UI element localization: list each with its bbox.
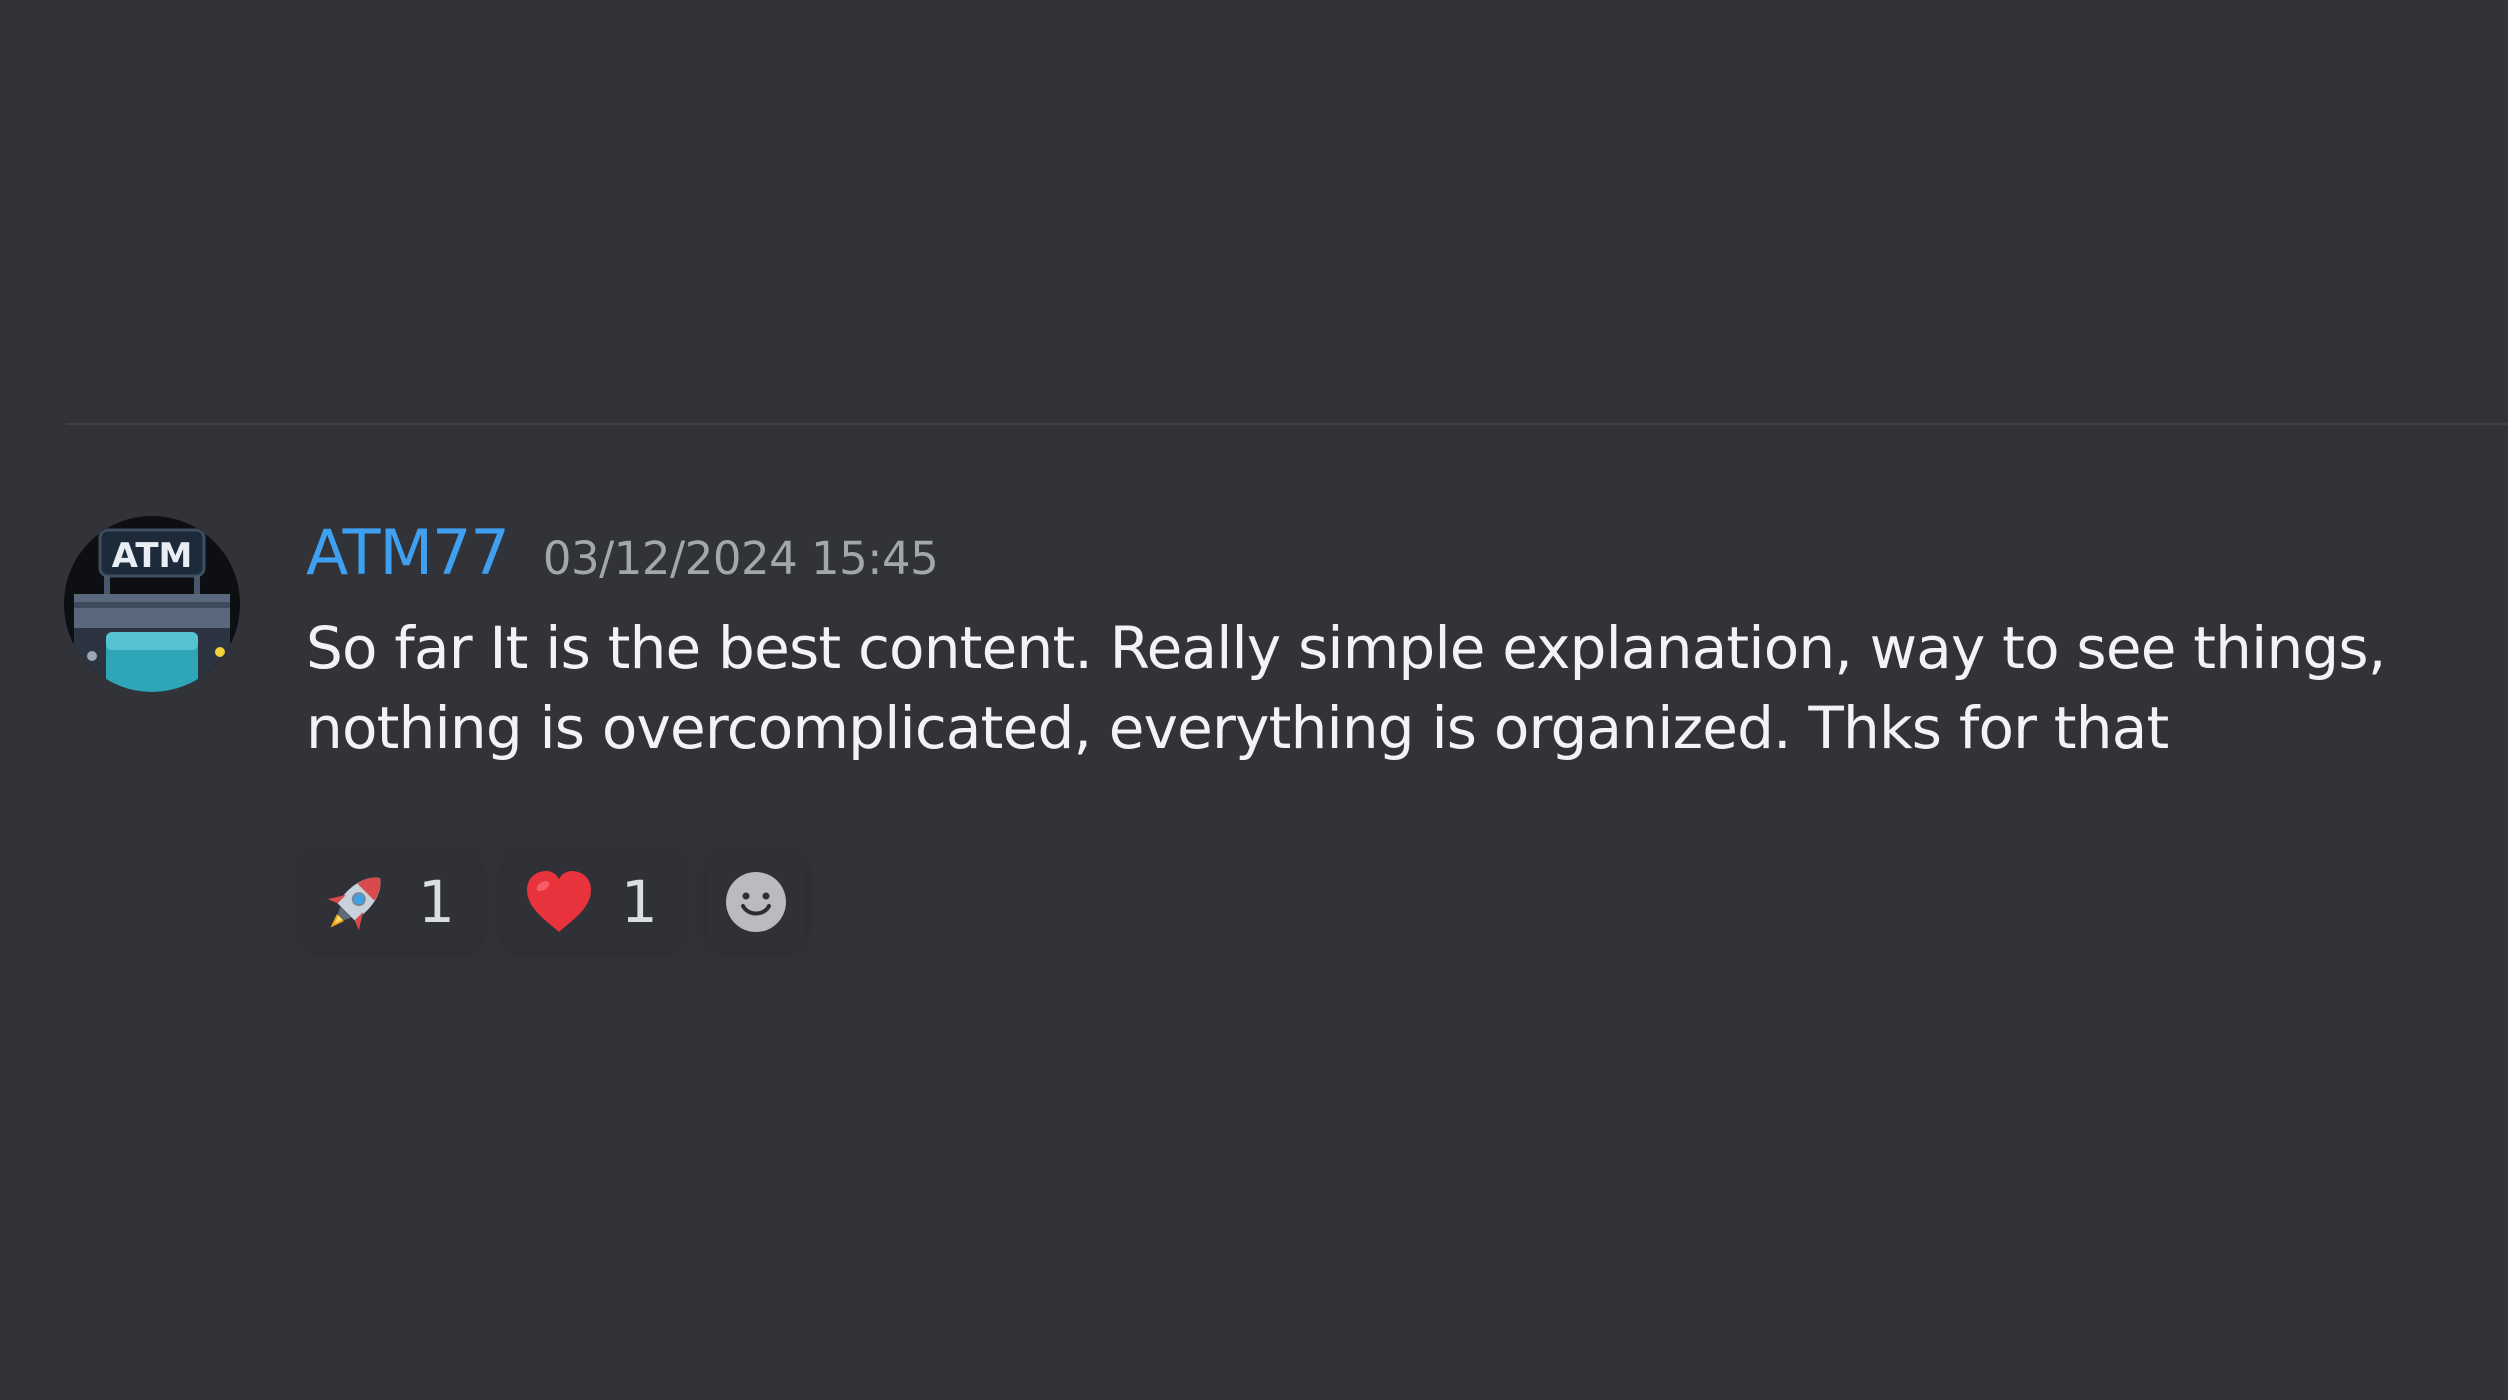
reaction-count: 1 xyxy=(620,868,658,936)
red-heart-icon xyxy=(521,864,597,940)
reaction-count: 1 xyxy=(418,868,455,936)
chat-view: ATM ATM77 03/12/2024 15:45 So far It is … xyxy=(0,0,2508,1400)
avatar[interactable]: ATM xyxy=(64,516,240,692)
message-divider xyxy=(66,423,2508,425)
reaction-heart[interactable]: 1 xyxy=(502,852,684,952)
username[interactable]: ATM77 xyxy=(306,516,510,589)
add-reaction-button[interactable] xyxy=(705,852,806,952)
smiley-add-reaction-icon xyxy=(725,872,786,932)
message-content: So far It is the best content. Really si… xyxy=(306,614,2386,762)
timestamp: 03/12/2024 15:45 xyxy=(542,532,939,585)
reactions-bar: 1 1 xyxy=(300,852,806,952)
message-header: ATM77 03/12/2024 15:45 xyxy=(306,516,939,596)
rocket-icon xyxy=(318,864,394,940)
avatar-sign-text: ATM xyxy=(112,536,193,576)
atm-machine-avatar-icon: ATM xyxy=(64,516,240,692)
reaction-rocket[interactable]: 1 xyxy=(300,852,481,952)
